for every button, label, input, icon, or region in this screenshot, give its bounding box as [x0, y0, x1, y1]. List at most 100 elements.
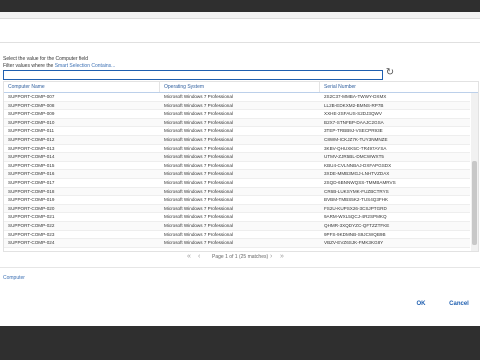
cell-operating-system: Microsoft Windows 7 Professional	[164, 145, 233, 151]
table-row[interactable]: SUPPORT-COMP-011 Microsoft Windows 7 Prof…	[4, 127, 470, 136]
table-row[interactable]: SUPPORT-COMP-020 Microsoft Windows 7 Prof…	[4, 204, 470, 214]
cell-serial-number: BVBM-TMBS5K2-TUS4Q3FHK	[324, 197, 389, 203]
refresh-icon[interactable]: ↻	[385, 68, 395, 78]
cell-operating-system: Microsoft Windows 7 Professional	[164, 231, 233, 237]
header-divider	[0, 42, 480, 43]
cancel-button[interactable]: Cancel	[444, 298, 474, 310]
table-row[interactable]: SUPPORT-COMP-024 Microsoft Windows 7 Prof…	[4, 239, 470, 248]
next-page-icon[interactable]: ›	[270, 252, 272, 262]
cell-serial-number: C8WM-ICKJZ7K-TUY3NMNZE	[324, 136, 388, 142]
column-separator	[159, 82, 160, 92]
cell-operating-system: Microsoft Windows 7 Professional	[164, 214, 233, 220]
cell-computer-name: SUPPORT-COMP-007	[8, 94, 55, 99]
cell-computer-name: SUPPORT-COMP-015	[8, 162, 55, 168]
cell-operating-system: Microsoft Windows 7 Professional	[164, 188, 233, 194]
cell-computer-name: SUPPORT-COMP-016	[8, 171, 55, 177]
table-row[interactable]: SUPPORT-COMP-014 Microsoft Windows 7 Prof…	[4, 153, 470, 162]
cell-operating-system: Microsoft Windows 7 Professional	[164, 205, 233, 211]
cell-computer-name: SUPPORT-COMP-021	[8, 214, 55, 220]
ok-button[interactable]: OK	[410, 298, 432, 310]
cell-computer-name: SUPPORT-COMP-019	[8, 197, 55, 203]
column-header-operating-system[interactable]: Operating System	[164, 84, 204, 90]
cell-operating-system: Microsoft Windows 7 Professional	[164, 119, 233, 125]
cell-serial-number: LL2B-EDKXM2-BMNS-RP7B	[324, 102, 384, 108]
cell-computer-name: SUPPORT-COMP-013	[8, 145, 55, 151]
cell-computer-name: SUPPORT-COMP-017	[8, 179, 55, 185]
grid-header: Computer Name Operating System Serial Nu…	[4, 82, 478, 93]
cell-operating-system: Microsoft Windows 7 Professional	[164, 222, 233, 228]
search-input[interactable]	[3, 70, 383, 80]
smart-selection-link[interactable]: Smart Selection Contains...	[55, 63, 116, 69]
cell-operating-system: Microsoft Windows 7 Professional	[164, 154, 233, 160]
table-row[interactable]: SUPPORT-COMP-021 Microsoft Windows 7 Prof…	[4, 213, 470, 222]
cell-computer-name: SUPPORT-COMP-008	[8, 102, 55, 108]
cell-computer-name: SUPPORT-COMP-014	[8, 154, 55, 160]
computer-grid: Computer Name Operating System Serial Nu…	[3, 81, 479, 252]
table-row[interactable]: SUPPORT-COMP-007 Microsoft Windows 7 Prof…	[4, 93, 470, 102]
cell-serial-number: KBU4-CVLNNBAJ-DXFAPGSDX	[324, 162, 392, 168]
cell-operating-system: Microsoft Windows 7 Professional	[164, 197, 233, 203]
select-value-dialog: Select the value for the Computer field …	[0, 12, 480, 326]
instruction-text: Select the value for the Computer field	[3, 56, 89, 62]
pager: « ‹ Page 1 of 1 (25 matches) › »	[0, 252, 480, 262]
cell-computer-name: SUPPORT-COMP-018	[8, 188, 55, 194]
cell-operating-system: Microsoft Windows 7 Professional	[164, 179, 233, 185]
table-row[interactable]: SUPPORT-COMP-013 Microsoft Windows 7 Prof…	[4, 145, 470, 154]
table-row[interactable]: SUPPORT-COMP-015 Microsoft Windows 7 Prof…	[4, 162, 470, 171]
cell-serial-number: 3KBV-QHUXK5C-TR497AYSA	[324, 145, 387, 151]
cell-operating-system: Microsoft Windows 7 Professional	[164, 111, 233, 117]
cell-operating-system: Microsoft Windows 7 Professional	[164, 171, 233, 177]
filter-text: Filter values where the Smart Selection …	[3, 63, 115, 69]
cell-computer-name: SUPPORT-COMP-022	[8, 222, 55, 228]
cell-serial-number: VBZV-EVZ6SJK-FMK3KG8Y	[324, 240, 384, 246]
computer-field-label: Computer	[3, 275, 25, 281]
filter-prefix: Filter values where the	[3, 63, 54, 69]
table-row[interactable]: SUPPORT-COMP-010 Microsoft Windows 7 Prof…	[4, 118, 470, 128]
column-header-computer-name[interactable]: Computer Name	[8, 84, 45, 90]
cell-operating-system: Microsoft Windows 7 Professional	[164, 94, 233, 99]
table-row[interactable]: SUPPORT-COMP-016 Microsoft Windows 7 Prof…	[4, 170, 470, 179]
table-row[interactable]: SUPPORT-COMP-019 Microsoft Windows 7 Prof…	[4, 196, 470, 205]
cell-serial-number: B2X7-STNFBP-DAAJC2GSA	[324, 119, 384, 125]
first-page-icon[interactable]: «	[187, 252, 191, 262]
cell-serial-number: UTMV-ZJR5BL-DMCWWXT5	[324, 154, 384, 160]
vertical-scrollbar[interactable]	[471, 93, 478, 251]
cell-operating-system: Microsoft Windows 7 Professional	[164, 128, 233, 134]
table-row[interactable]: SUPPORT-COMP-009 Microsoft Windows 7 Prof…	[4, 110, 470, 119]
window-top-bar	[0, 0, 480, 12]
cell-computer-name: SUPPORT-COMP-023	[8, 231, 55, 237]
cell-computer-name: SUPPORT-COMP-010	[8, 119, 55, 125]
cell-computer-name: SUPPORT-COMP-024	[8, 240, 55, 246]
table-row[interactable]: SUPPORT-COMP-023 Microsoft Windows 7 Prof…	[4, 231, 470, 240]
cell-operating-system: Microsoft Windows 7 Professional	[164, 240, 233, 246]
cell-serial-number: 9ARM-WXL5QCJ-4R2SPMKQ	[324, 214, 387, 220]
table-row[interactable]: SUPPORT-COMP-018 Microsoft Windows 7 Prof…	[4, 187, 470, 197]
cell-serial-number: 2SQD-6BNNWQSS-TMMBAMRVS	[324, 179, 396, 185]
footer-divider	[0, 267, 480, 268]
cell-serial-number: 9PFS-9KDMNB-S9JCWQB9B	[324, 231, 386, 237]
column-separator	[319, 82, 320, 92]
cell-serial-number: FS2U-KUPSX26-3CSJPTGRD	[324, 205, 387, 211]
table-row[interactable]: SUPPORT-COMP-012 Microsoft Windows 7 Prof…	[4, 135, 470, 145]
window-bottom-bar	[0, 326, 480, 360]
cell-computer-name: SUPPORT-COMP-012	[8, 136, 55, 142]
table-row[interactable]: SUPPORT-COMP-022 Microsoft Windows 7 Prof…	[4, 221, 470, 231]
cell-computer-name: SUPPORT-COMP-009	[8, 111, 55, 117]
grid-rows: SUPPORT-COMP-007 Microsoft Windows 7 Prof…	[4, 93, 470, 248]
last-page-icon[interactable]: »	[280, 252, 284, 262]
cell-serial-number: CR6B-LUKSYMK-FUZBCTRYS	[324, 188, 389, 194]
column-header-serial-number[interactable]: Serial Number	[324, 84, 356, 90]
scroll-thumb[interactable]	[472, 161, 477, 245]
table-row[interactable]: SUPPORT-COMP-017 Microsoft Windows 7 Prof…	[4, 179, 470, 188]
cell-serial-number: XXHE-2SFAUS-S2DJ3QWV	[324, 111, 382, 117]
cell-serial-number: 2S2C37-MMBA-TWWY-DXMX	[324, 94, 387, 99]
page-info: Page 1 of 1 (25 matches)	[212, 254, 269, 260]
prev-page-icon[interactable]: ‹	[198, 252, 200, 262]
cell-serial-number: 3TEP-TRBB9J-VSECPR93E	[324, 128, 383, 134]
cell-operating-system: Microsoft Windows 7 Professional	[164, 136, 233, 142]
cell-operating-system: Microsoft Windows 7 Professional	[164, 102, 233, 108]
cell-computer-name: SUPPORT-COMP-011	[8, 128, 55, 134]
cell-computer-name: SUPPORT-COMP-020	[8, 205, 55, 211]
table-row[interactable]: SUPPORT-COMP-008 Microsoft Windows 7 Prof…	[4, 101, 470, 111]
cell-serial-number: QHMR-3XQDYZC-QFTZZTFKE	[324, 222, 390, 228]
